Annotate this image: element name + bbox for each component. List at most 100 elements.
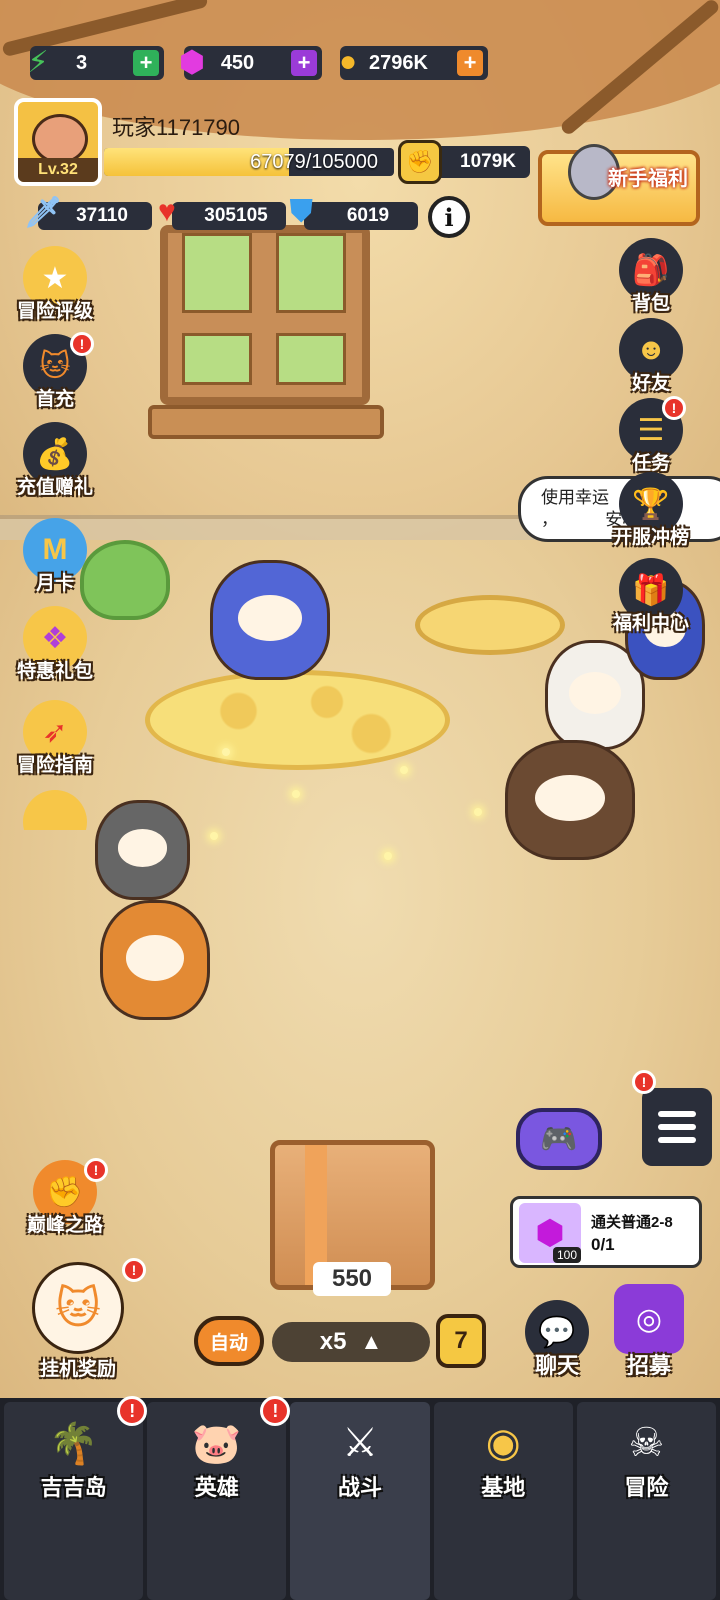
- tab-battle[interactable]: ⚔ 战斗: [290, 1402, 430, 1600]
- quest-progress: 0/1: [591, 1235, 615, 1254]
- hero-monkey-king[interactable]: [100, 900, 210, 1020]
- first-recharge-button[interactable]: 🐱 首充 !: [10, 332, 100, 424]
- sparkle: [474, 808, 482, 816]
- defense-stat: ⛊ 6019: [290, 195, 418, 230]
- tab-heroes-label: 英雄: [194, 1475, 239, 1500]
- notification-dot: !: [84, 1158, 108, 1182]
- server-ranking-button[interactable]: 🏆 开服冲榜: [606, 472, 696, 562]
- sparkle: [210, 832, 218, 840]
- gem-counter: ⬢ 450 +: [179, 46, 322, 80]
- recharge-gift-label: 充值赠礼: [16, 477, 93, 498]
- add-energy-button[interactable]: +: [133, 50, 159, 76]
- fist-icon: ✊: [398, 140, 442, 184]
- quest-title: 通关普通2-8: [591, 1214, 673, 1231]
- skull-icon: ☠: [628, 1421, 665, 1465]
- sparkle: [400, 766, 408, 774]
- xp-text: 67079/105000: [250, 150, 378, 173]
- hero-dwarf[interactable]: [505, 740, 635, 860]
- xp-bar: 67079/105000: [104, 148, 394, 176]
- gem-reward-icon: ⬢ 100: [519, 1203, 581, 1263]
- partial-menu-button[interactable]: [10, 790, 100, 830]
- tab-base-label: 基地: [481, 1475, 526, 1500]
- friends-button[interactable]: ☻ 好友: [606, 318, 696, 408]
- server-ranking-label: 开服冲榜: [612, 527, 689, 548]
- minigame-button[interactable]: 🎮: [516, 1108, 602, 1170]
- backpack-label: 背包: [631, 293, 670, 314]
- auto-battle-button[interactable]: 自动: [194, 1316, 264, 1366]
- hero-icon: 🐷: [191, 1421, 242, 1466]
- newbie-welfare-label: 新手福利: [608, 168, 688, 190]
- notification-dot: !: [260, 1396, 291, 1426]
- idle-reward-label: 挂机奖励: [39, 1359, 116, 1380]
- notification-dot: !: [662, 396, 686, 420]
- attack-stat: 🗡 37110: [24, 196, 152, 230]
- sparkle: [222, 748, 230, 756]
- sword-icon: 🗡: [24, 196, 63, 229]
- quest-tracker[interactable]: ⬢ 100 通关普通2-8 0/1: [510, 1196, 702, 1268]
- chat-label: 聊天: [534, 1353, 579, 1378]
- crossed-swords-icon: ⚔: [342, 1421, 378, 1465]
- monthly-card-label: 月卡: [35, 573, 74, 594]
- lightning-icon: ⚡: [27, 45, 49, 79]
- sparkle: [384, 852, 392, 860]
- special-pack-button[interactable]: ❖ 特惠礼包: [10, 606, 100, 696]
- notification-dot: !: [117, 1396, 148, 1426]
- adventure-rating-label: 冒险评级: [16, 301, 93, 322]
- add-gem-button[interactable]: +: [291, 50, 317, 76]
- welfare-center-label: 福利中心: [612, 613, 689, 634]
- player-level: Lv.32: [18, 158, 98, 182]
- palm-island-icon: 🌴: [48, 1421, 99, 1466]
- adventure-guide-label: 冒险指南: [16, 755, 93, 776]
- hero-swordsman[interactable]: [210, 560, 330, 680]
- notification-dot: !: [632, 1070, 656, 1094]
- speed-level-badge[interactable]: 7: [436, 1314, 486, 1368]
- gem-icon: ⬢: [178, 45, 206, 79]
- tab-island[interactable]: 🌴 吉吉岛 !: [4, 1396, 148, 1600]
- adventure-guide-button[interactable]: ➶ 冒险指南: [10, 700, 100, 790]
- tab-adventure[interactable]: ☠ 冒险: [576, 1402, 717, 1600]
- monthly-card-button[interactable]: M 月卡: [10, 518, 100, 608]
- base-icon: ◉: [485, 1421, 521, 1465]
- recharge-gift-button[interactable]: 💰 充值赠礼: [10, 422, 100, 512]
- recruit-label: 招募: [626, 1353, 671, 1378]
- coin-icon: ●: [338, 45, 358, 78]
- bottom-nav: 🌴 吉吉岛 ! 🐷 英雄 ! ⚔ 战斗 ◉ 基地 ☠ 冒险: [0, 1396, 720, 1600]
- combat-power: ✊ 1079K: [398, 140, 530, 184]
- coin-counter: ● 2796K +: [339, 45, 488, 80]
- info-button[interactable]: i: [428, 196, 470, 238]
- tab-base[interactable]: ◉ 基地: [433, 1402, 573, 1600]
- special-pack-label: 特惠礼包: [16, 661, 93, 682]
- coin-pig-icon: [23, 790, 87, 830]
- tab-adventure-label: 冒险: [624, 1475, 669, 1500]
- friends-label: 好友: [631, 373, 670, 394]
- window: [160, 225, 370, 405]
- round-table: [415, 595, 565, 655]
- adventure-rating-button[interactable]: ★ 冒险评级: [10, 246, 100, 336]
- main-menu-button[interactable]: !: [632, 1070, 712, 1166]
- hp-value: 305105: [204, 205, 268, 226]
- defense-value: 6019: [346, 205, 390, 226]
- hero-ninja-cat[interactable]: [95, 800, 190, 900]
- recruit-button[interactable]: ◎ 招募: [604, 1284, 694, 1378]
- player-avatar[interactable]: Lv.32: [14, 98, 102, 186]
- heart-icon: ♥: [158, 195, 176, 228]
- idle-reward-button[interactable]: 🐱 挂机奖励 !: [18, 1258, 146, 1388]
- avatar-portrait: [32, 114, 88, 164]
- window-sill: [148, 405, 384, 439]
- backpack-button[interactable]: 🎒 背包: [606, 238, 696, 328]
- tasks-label: 任务: [631, 453, 670, 474]
- tab-battle-label: 战斗: [338, 1475, 383, 1500]
- notification-dot: !: [70, 332, 94, 356]
- welfare-center-button[interactable]: 🎁 福利中心: [606, 558, 696, 648]
- newbie-welfare-button[interactable]: 新手福利: [538, 144, 700, 226]
- tab-heroes[interactable]: 🐷 英雄 !: [147, 1396, 291, 1600]
- chat-button[interactable]: 💬 聊天: [512, 1300, 602, 1390]
- notification-dot: !: [122, 1258, 146, 1282]
- peak-road-label: 巅峰之路: [26, 1215, 103, 1236]
- speed-control[interactable]: x5 ▲: [272, 1322, 430, 1362]
- player-name: 玩家1171790: [112, 115, 241, 140]
- triangle-up-icon: ▲: [360, 1329, 383, 1354]
- sparkle: [292, 790, 300, 798]
- add-coin-button[interactable]: +: [457, 50, 483, 76]
- peak-road-button[interactable]: ✊ 巅峰之路 !: [20, 1158, 110, 1250]
